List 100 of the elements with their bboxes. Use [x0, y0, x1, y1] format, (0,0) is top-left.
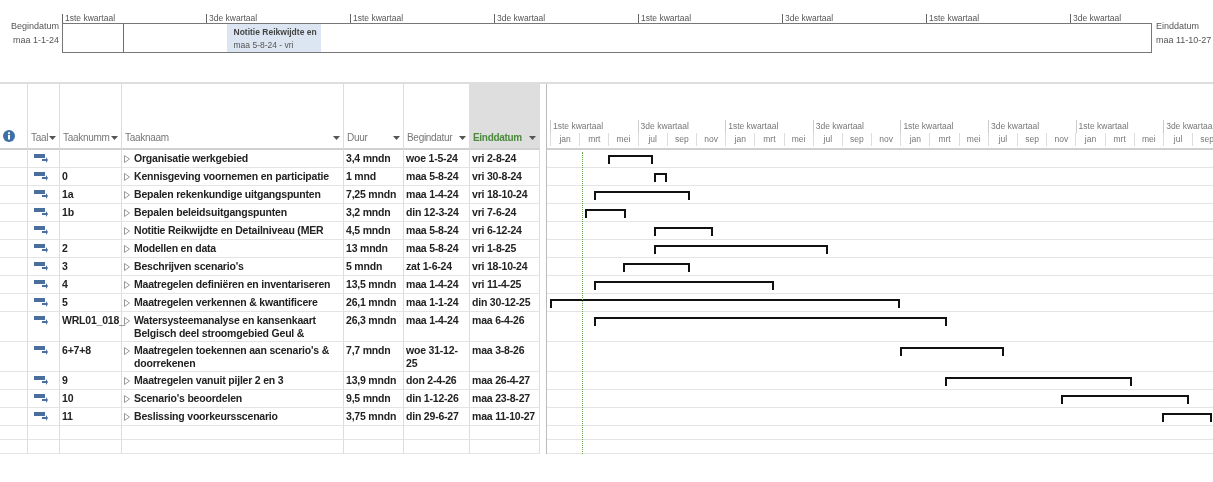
expand-icon[interactable]	[124, 299, 130, 307]
task-end: vri 18-10-24	[472, 188, 528, 200]
task-duration: 7,25 mndn	[346, 188, 397, 200]
month-label: mrt	[579, 133, 609, 146]
month-label: jul	[1162, 133, 1193, 146]
quarter-label: 1ste kwartaal	[926, 14, 980, 23]
task-name: Modellen en data	[134, 242, 216, 255]
dropdown-arrow-icon[interactable]	[111, 136, 118, 140]
expand-icon[interactable]	[124, 209, 130, 217]
column-header[interactable]: Einddatum	[470, 84, 540, 150]
summary-bar[interactable]	[550, 299, 901, 308]
summary-bar[interactable]	[593, 281, 775, 290]
column-header[interactable]: Taal	[28, 84, 60, 150]
task-number: 9	[62, 374, 68, 386]
task-mode-icon	[34, 411, 48, 421]
summary-bar[interactable]	[1061, 395, 1189, 404]
expand-icon[interactable]	[124, 245, 130, 253]
task-start: maa 5-8-24	[406, 242, 459, 254]
quarter-label: 1ste kwartaal	[725, 120, 813, 133]
task-name: Maatregelen verkennen & kwantificere	[134, 296, 318, 309]
expand-icon[interactable]	[124, 377, 130, 385]
task-start: woe 1-5-24	[406, 152, 458, 164]
column-header[interactable]: Taaknaam	[122, 84, 344, 150]
callout-dates: maa 5-8-24 - vri	[233, 40, 295, 50]
task-duration: 9,5 mndn	[346, 392, 391, 404]
expand-icon[interactable]	[124, 281, 130, 289]
expand-icon[interactable]	[124, 347, 130, 355]
dropdown-arrow-icon[interactable]	[393, 136, 400, 140]
task-duration: 5 mndn	[346, 260, 383, 272]
task-end: din 30-12-25	[472, 296, 531, 308]
task-number: WRL01_018_	[62, 314, 125, 326]
expand-icon[interactable]	[124, 191, 130, 199]
task-name: Beslissing voorkeursscenario	[134, 410, 278, 423]
summary-bar[interactable]	[654, 227, 714, 236]
task-end: maa 6-4-26	[472, 314, 525, 326]
month-label: mei	[958, 133, 988, 146]
task-duration: 4,5 mndn	[346, 224, 391, 236]
expand-icon[interactable]	[124, 317, 130, 325]
month-label: jan	[725, 133, 755, 146]
task-end: vri 2-8-24	[472, 152, 517, 164]
expand-icon[interactable]	[124, 395, 130, 403]
task-number: 5	[62, 296, 68, 308]
summary-bar[interactable]	[654, 245, 828, 254]
expand-icon[interactable]	[124, 413, 130, 421]
dropdown-arrow-icon[interactable]	[529, 136, 536, 140]
summary-bar[interactable]	[593, 317, 948, 326]
task-start: maa 1-4-24	[406, 314, 459, 326]
task-mode-icon	[34, 171, 48, 181]
quarter-label: 1ste kwartaal	[638, 14, 692, 23]
column-header[interactable]: Duur	[344, 84, 404, 150]
summary-bar[interactable]	[593, 191, 691, 200]
task-end: vri 1-8-25	[472, 242, 517, 254]
task-end: vri 6-12-24	[472, 224, 522, 236]
summary-bar[interactable]	[608, 155, 654, 164]
dropdown-arrow-icon[interactable]	[49, 136, 56, 140]
expand-icon[interactable]	[124, 263, 130, 271]
table-cell	[344, 440, 404, 454]
task-start: maa 1-4-24	[406, 278, 459, 290]
month-label: nov	[1046, 133, 1076, 146]
timeline-callout[interactable]: Notitie Reikwijdte en maa 5-8-24 - vri	[226, 24, 321, 52]
summary-bar[interactable]	[623, 263, 691, 272]
summary-bar[interactable]	[584, 209, 627, 218]
summary-bar[interactable]	[654, 173, 667, 182]
task-name: Bepalen rekenkundige uitgangspunten	[134, 188, 321, 201]
task-end: maa 3-8-26	[472, 344, 525, 356]
expand-icon[interactable]	[124, 173, 130, 181]
month-label: sep	[1017, 133, 1047, 146]
quarter-label: 3de kwartaal	[637, 120, 726, 133]
summary-bar[interactable]	[944, 377, 1132, 386]
task-end: vri 11-4-25	[472, 278, 522, 290]
dropdown-arrow-icon[interactable]	[459, 136, 466, 140]
task-mode-icon	[34, 393, 48, 403]
task-end: maa 11-10-27	[472, 410, 535, 422]
month-label: jul	[812, 133, 842, 146]
quarter-label: 3de kwartaal	[812, 120, 901, 133]
task-duration: 13,9 mndn	[346, 374, 397, 386]
task-duration: 3,4 mndn	[346, 152, 391, 164]
task-name: Bepalen beleidsuitgangspunten	[134, 206, 287, 219]
task-start: zat 1-6-24	[406, 260, 452, 272]
column-header[interactable]: Taaknumm	[60, 84, 122, 150]
task-name: Beschrijven scenario's	[134, 260, 244, 273]
expand-icon[interactable]	[124, 227, 130, 235]
column-title: Taaknumm	[63, 131, 110, 144]
dropdown-arrow-icon[interactable]	[333, 136, 340, 140]
task-mode-icon	[34, 189, 48, 199]
task-number: 3	[62, 260, 68, 272]
summary-bar[interactable]	[900, 347, 1004, 356]
expand-icon[interactable]	[124, 155, 130, 163]
month-label: jul	[637, 133, 667, 146]
summary-bar[interactable]	[1162, 413, 1213, 422]
month-label: sep	[841, 133, 872, 146]
task-name: Watersysteemanalyse en kansenkaart Belgisch deel stroomgebied Geul &	[134, 314, 317, 340]
end-date: maa 11-10-27	[1156, 35, 1212, 45]
task-duration: 7,7 mndn	[346, 344, 391, 356]
end-label: Einddatum	[1156, 21, 1201, 31]
task-name: Scenario's beoordelen	[134, 392, 242, 405]
month-label: mrt	[1104, 133, 1134, 146]
task-name: Organisatie werkgebied	[134, 152, 249, 165]
task-mode-icon	[34, 153, 48, 163]
callout-title: Notitie Reikwijdte en	[233, 27, 318, 37]
